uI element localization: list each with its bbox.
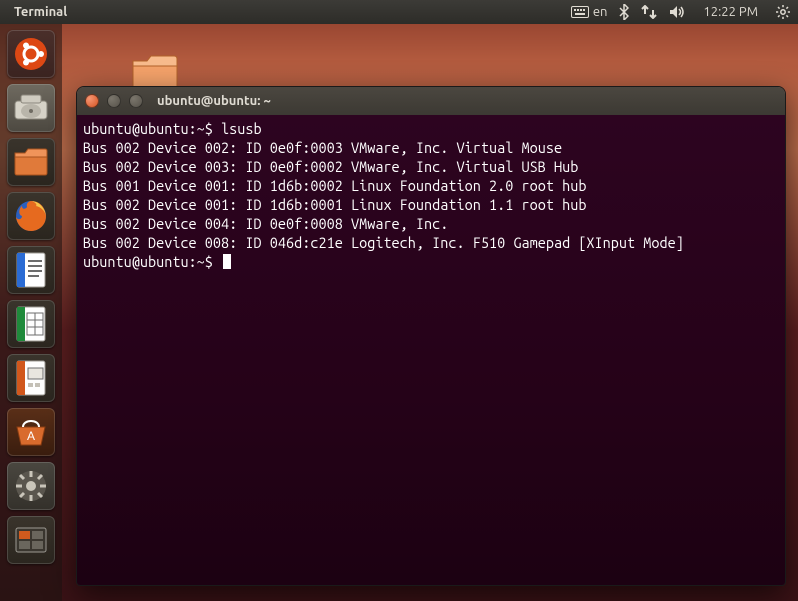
launcher-files[interactable] — [7, 138, 55, 186]
launcher-workspace[interactable] — [7, 516, 55, 564]
launcher-home[interactable] — [7, 84, 55, 132]
terminal-output-line: Bus 002 Device 004: ID 0e0f:0008 VMware,… — [83, 214, 779, 233]
calc-icon — [15, 305, 47, 343]
close-button[interactable] — [85, 94, 99, 108]
launcher-calc[interactable] — [7, 300, 55, 348]
terminal-output-line: Bus 002 Device 001: ID 1d6b:0001 Linux F… — [83, 195, 779, 214]
cursor-icon — [223, 254, 231, 269]
unity-launcher: A — [0, 24, 62, 601]
launcher-software[interactable]: A — [7, 408, 55, 456]
minimize-button[interactable] — [107, 94, 121, 108]
impress-icon — [15, 359, 47, 397]
terminal-titlebar[interactable]: ubuntu@ubuntu: ~ — [77, 87, 785, 115]
active-app-label: Terminal — [14, 5, 67, 19]
volume-icon[interactable] — [669, 5, 685, 19]
desktop-folder[interactable] — [130, 52, 180, 90]
settings-icon — [14, 469, 48, 503]
system-tray: en 12:22 PM — [571, 4, 790, 20]
clock[interactable]: 12:22 PM — [703, 5, 758, 19]
folder-icon — [130, 51, 180, 91]
launcher-settings[interactable] — [7, 462, 55, 510]
bluetooth-icon[interactable] — [619, 4, 629, 20]
terminal-prompt-line-1: ubuntu@ubuntu:~$ lsusb — [83, 119, 779, 138]
network-icon[interactable] — [641, 5, 657, 19]
terminal-output-line: Bus 001 Device 001: ID 1d6b:0002 Linux F… — [83, 176, 779, 195]
launcher-dash[interactable] — [7, 30, 55, 78]
terminal-body[interactable]: ubuntu@ubuntu:~$ lsusb Bus 002 Device 00… — [77, 115, 785, 585]
keyboard-indicator[interactable]: en — [571, 5, 608, 19]
terminal-output-line: Bus 002 Device 003: ID 0e0f:0002 VMware,… — [83, 157, 779, 176]
launcher-writer[interactable] — [7, 246, 55, 294]
launcher-firefox[interactable] — [7, 192, 55, 240]
launcher-impress[interactable] — [7, 354, 55, 402]
svg-text:A: A — [27, 429, 35, 443]
terminal-window: ubuntu@ubuntu: ~ ubuntu@ubuntu:~$ lsusb … — [76, 86, 786, 586]
firefox-icon — [13, 198, 49, 234]
maximize-button[interactable] — [129, 94, 143, 108]
terminal-output-line: Bus 002 Device 008: ID 046d:c21e Logitec… — [83, 233, 779, 252]
writer-icon — [15, 251, 47, 289]
terminal-output-line: Bus 002 Device 002: ID 0e0f:0003 VMware,… — [83, 138, 779, 157]
terminal-command: lsusb — [221, 120, 262, 137]
drive-icon — [13, 93, 49, 123]
workspace-icon — [14, 526, 48, 554]
terminal-title: ubuntu@ubuntu: ~ — [157, 94, 271, 108]
gear-icon[interactable] — [776, 5, 790, 19]
top-menubar: Terminal en 12:22 PM — [0, 0, 798, 24]
keyboard-lang: en — [593, 5, 608, 19]
software-center-icon: A — [13, 415, 49, 449]
folder-icon — [13, 147, 49, 177]
ubuntu-logo-icon — [14, 37, 48, 71]
terminal-prompt-line-2: ubuntu@ubuntu:~$ — [83, 252, 779, 271]
keyboard-icon — [571, 6, 589, 18]
